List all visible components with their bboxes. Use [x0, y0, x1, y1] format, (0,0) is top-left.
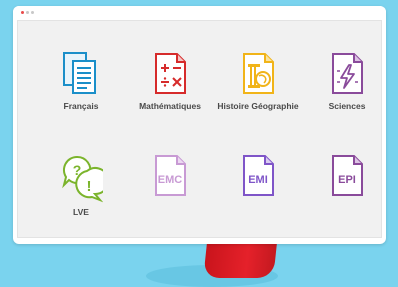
emi-document-icon: EMI	[243, 155, 274, 196]
emc-document-icon: EMC	[155, 155, 186, 196]
speech-bubbles-icon: ? !	[62, 155, 103, 203]
minimize-dot-icon[interactable]	[26, 11, 29, 14]
column-globe-icon	[243, 53, 274, 94]
emc-badge: EMC	[158, 174, 183, 186]
subject-tile-sciences[interactable]: Sciences	[305, 51, 389, 111]
monitor-window: Français Mathématiques Histoire Géograph…	[13, 6, 386, 244]
math-operators-icon	[155, 53, 186, 94]
subject-tile-emc[interactable]: EMC	[128, 153, 212, 199]
subject-label: Mathématiques	[139, 101, 201, 111]
lightning-icon	[332, 53, 363, 94]
subjects-grid: Français Mathématiques Histoire Géograph…	[17, 20, 382, 238]
subject-tile-lve[interactable]: ? ! LVE	[39, 153, 123, 217]
subject-label: LVE	[73, 207, 89, 217]
svg-text:!: !	[87, 178, 92, 195]
documents-icon	[63, 52, 96, 94]
subject-tile-emi[interactable]: EMI	[216, 153, 300, 199]
subject-label: Sciences	[328, 101, 366, 111]
maximize-dot-icon[interactable]	[31, 11, 34, 14]
close-dot-icon[interactable]	[21, 11, 24, 14]
emi-badge: EMI	[248, 174, 268, 186]
subject-tile-francais[interactable]: Français	[39, 51, 123, 111]
epi-document-icon: EPI	[332, 155, 363, 196]
epi-badge: EPI	[338, 174, 356, 186]
window-titlebar	[13, 6, 386, 18]
subject-label: Français	[63, 101, 99, 111]
subject-tile-mathematiques[interactable]: Mathématiques	[128, 51, 212, 111]
subject-label: Histoire Géographie	[217, 101, 299, 111]
subject-tile-histoire-geographie[interactable]: Histoire Géographie	[216, 51, 300, 111]
subject-tile-epi[interactable]: EPI	[305, 153, 389, 199]
